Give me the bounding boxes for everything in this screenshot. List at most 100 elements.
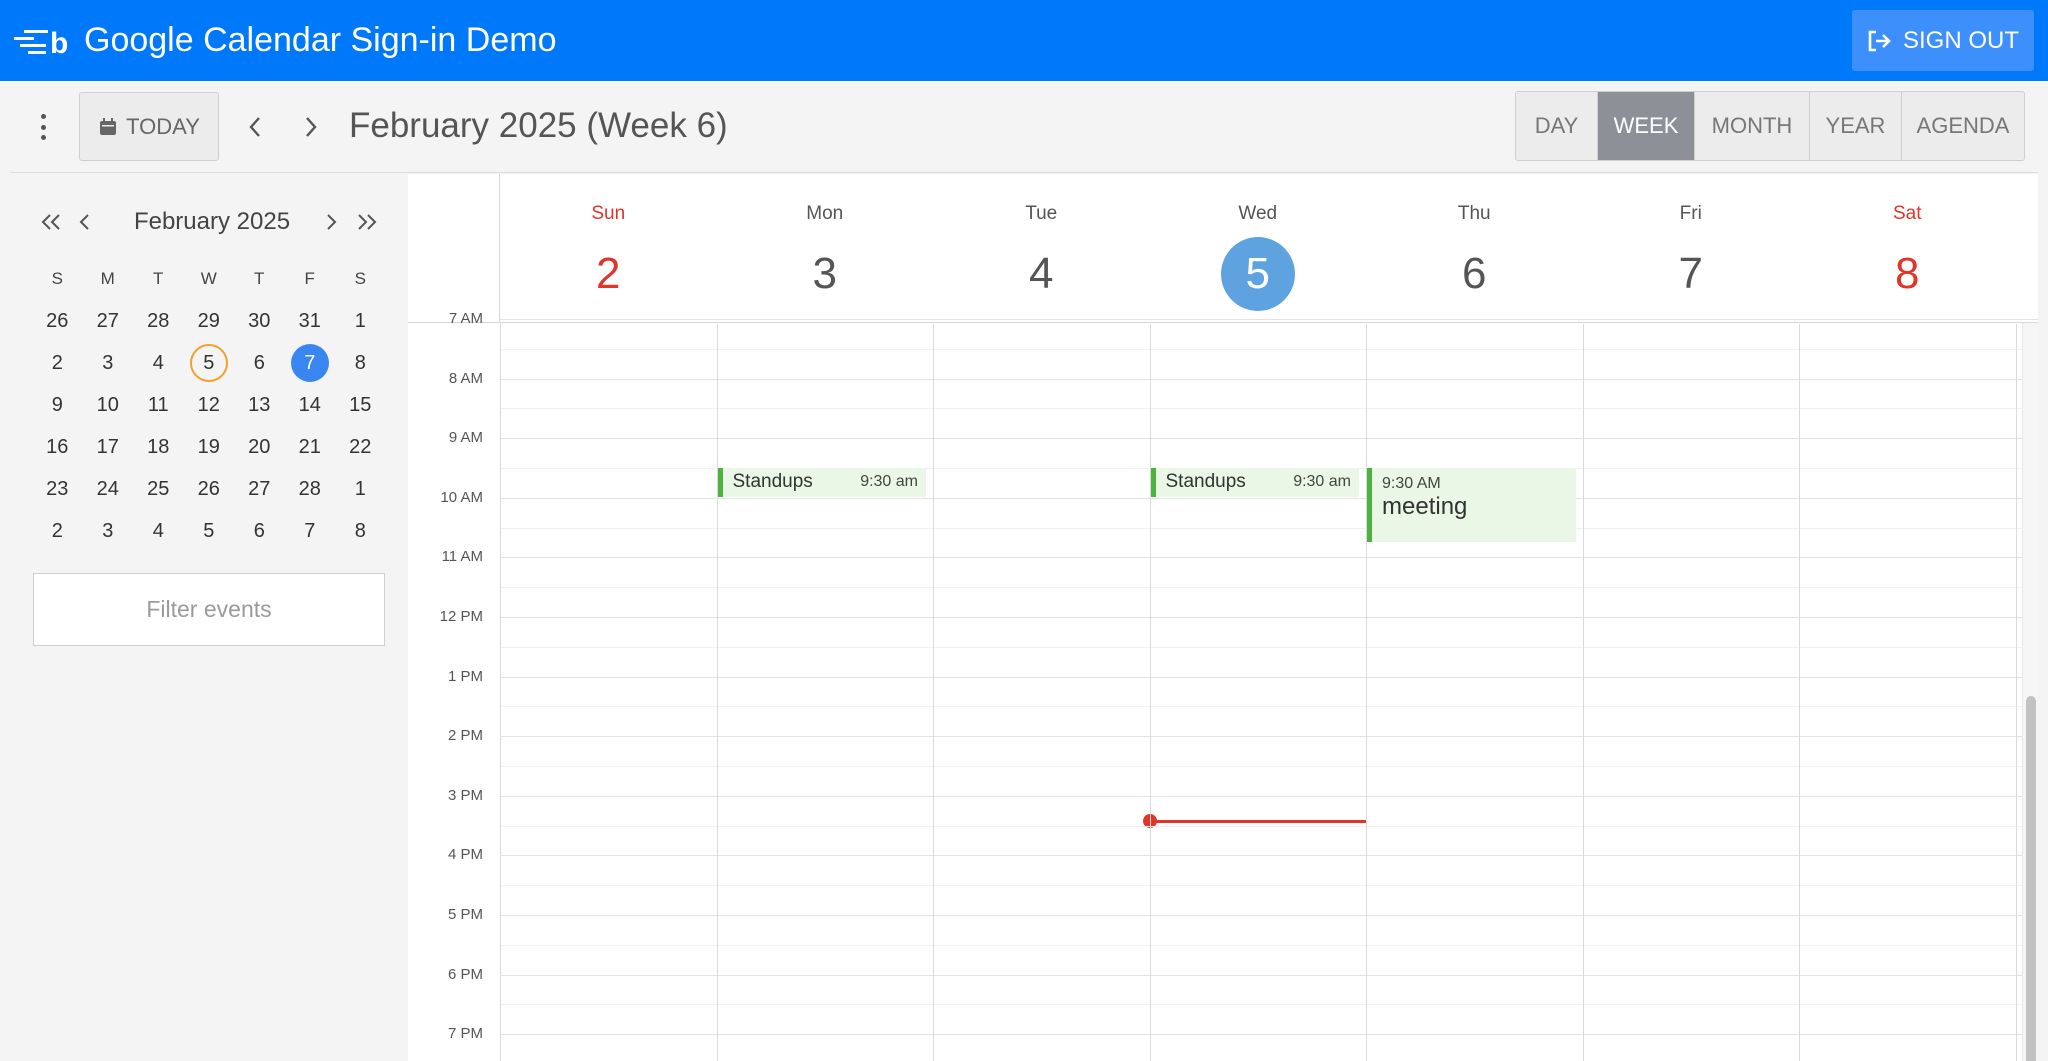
mini-calendar-grid: SMTWTFS 26 27 28 29 30 31 1 2 3 4 5 6 7 8 9 10 11 12 13 14 1… <box>32 258 386 552</box>
mini-day-cell[interactable]: 30 <box>234 300 285 342</box>
half-hour-gridline <box>500 766 2038 767</box>
scrollbar-thumb[interactable] <box>2026 696 2036 1061</box>
day-number[interactable]: 7 <box>1654 237 1728 311</box>
mini-day-cell[interactable]: 2 <box>32 342 83 384</box>
mini-day-cell[interactable]: 28 <box>285 468 336 510</box>
mini-day-cell[interactable]: 25 <box>133 468 184 510</box>
day-header-mon[interactable]: Mon 3 <box>717 174 934 323</box>
mini-day-cell[interactable]: 1 <box>335 468 386 510</box>
mini-day-cell[interactable]: 6 <box>234 510 285 552</box>
view-week-button[interactable]: WEEK <box>1598 92 1695 160</box>
mini-next-month-button[interactable] <box>318 207 344 237</box>
mini-day-cell[interactable]: 26 <box>184 468 235 510</box>
mini-day-cell[interactable]: 4 <box>133 510 184 552</box>
mini-day-cell[interactable]: 7 <box>285 510 336 552</box>
mini-day-cell[interactable]: 29 <box>184 300 235 342</box>
day-header-thu[interactable]: Thu 6 <box>1366 174 1583 323</box>
today-button[interactable]: TODAY <box>79 92 219 161</box>
mini-day-cell[interactable]: 16 <box>32 426 83 468</box>
mini-day-cell[interactable]: 27 <box>234 468 285 510</box>
mini-day-cell[interactable]: 5 <box>184 342 235 384</box>
mini-day-cell[interactable]: 2 <box>32 510 83 552</box>
calendar-event[interactable]: Standups 9:30 am <box>1150 468 1359 497</box>
mini-day-cell[interactable]: 15 <box>335 384 386 426</box>
mini-day-cell[interactable]: 19 <box>184 426 235 468</box>
more-options-icon[interactable] <box>38 114 48 140</box>
half-hour-gridline <box>500 706 2038 708</box>
time-grid[interactable]: 7 AM 8 AM 9 AM 10 AM 11 AM 12 PM 1 PM 2 PM 3 PM 4… <box>408 310 2038 1061</box>
hour-label: 9 AM <box>448 429 483 447</box>
scrollbar[interactable] <box>2022 323 2038 1061</box>
svg-text:b: b <box>50 27 68 55</box>
period-title: February 2025 (Week 6) <box>349 106 728 145</box>
half-hour-gridline <box>500 885 2038 887</box>
day-header-sat[interactable]: Sat 8 <box>1799 174 2016 323</box>
day-number[interactable]: 8 <box>1870 237 1944 311</box>
day-number[interactable]: 5 <box>1220 237 1295 311</box>
mini-day-cell[interactable]: 8 <box>335 510 386 552</box>
day-column-divider <box>716 324 718 1061</box>
mini-day-cell[interactable]: 5 <box>184 510 235 552</box>
time-gutter-header <box>408 174 500 323</box>
calendar-event[interactable]: 9:30 AM meeting <box>1367 468 1576 542</box>
mini-day-cell[interactable]: 10 <box>83 384 134 426</box>
half-hour-gridline <box>500 825 2038 827</box>
mini-day-cell[interactable]: 21 <box>285 426 336 468</box>
mini-day-cell[interactable]: 18 <box>133 426 184 468</box>
mini-day-cell[interactable]: 24 <box>83 468 134 510</box>
mini-day-cell[interactable]: 8 <box>335 342 386 384</box>
mini-day-number: 16 <box>46 435 69 458</box>
calendar-icon <box>100 117 117 135</box>
view-year-button[interactable]: YEAR <box>1810 92 1902 160</box>
event-time: 9:30 AM <box>1382 475 1441 492</box>
mini-day-cell[interactable]: 12 <box>184 384 235 426</box>
next-week-button[interactable] <box>296 111 326 143</box>
mini-day-cell[interactable]: 3 <box>83 342 134 384</box>
mini-day-cell[interactable]: 31 <box>285 300 336 342</box>
mini-day-cell[interactable]: 27 <box>83 300 134 342</box>
previous-week-button[interactable] <box>240 111 270 143</box>
mini-day-cell[interactable]: 28 <box>133 300 184 342</box>
mini-day-cell[interactable]: 1 <box>335 300 386 342</box>
mini-day-cell[interactable]: 3 <box>83 510 134 552</box>
day-name: Wed <box>1238 203 1278 224</box>
mini-prev-month-button[interactable] <box>72 207 98 237</box>
mini-day-number: 2 <box>51 519 63 542</box>
view-agenda-button[interactable]: AGENDA <box>1902 92 2024 160</box>
mini-day-cell[interactable]: 14 <box>285 384 336 426</box>
mini-weekday-label: T <box>254 269 265 288</box>
filter-events-input[interactable] <box>33 573 385 646</box>
view-month-button[interactable]: MONTH <box>1695 92 1810 160</box>
day-number[interactable]: 3 <box>788 237 862 311</box>
mini-weekday-label: W <box>200 269 217 288</box>
mini-prev-year-button[interactable] <box>36 207 66 237</box>
mini-day-cell[interactable]: 20 <box>234 426 285 468</box>
calendar-event[interactable]: Standups 9:30 am <box>717 468 926 497</box>
mini-day-cell[interactable]: 6 <box>234 342 285 384</box>
mini-day-cell[interactable]: 22 <box>335 426 386 468</box>
mini-next-year-button[interactable] <box>352 207 382 237</box>
mini-day-cell[interactable]: 13 <box>234 384 285 426</box>
day-column-divider <box>933 324 934 1061</box>
mini-day-cell[interactable]: 26 <box>32 300 83 342</box>
day-number[interactable]: 6 <box>1437 237 1511 311</box>
mini-day-cell[interactable]: 23 <box>32 468 83 510</box>
half-hour-gridline <box>500 527 2038 529</box>
mini-day-cell[interactable]: 11 <box>133 384 184 426</box>
day-number[interactable]: 2 <box>571 237 645 311</box>
mini-day-cell[interactable]: 4 <box>133 342 184 384</box>
sign-out-button[interactable]: SIGN OUT <box>1852 10 2034 71</box>
mini-day-cell[interactable]: 17 <box>83 426 134 468</box>
day-name: Fri <box>1679 203 1702 224</box>
day-header-sun[interactable]: Sun 2 <box>500 174 717 323</box>
mini-day-number: 6 <box>253 351 265 374</box>
hour-label: 5 PM <box>447 906 483 923</box>
mini-day-cell[interactable]: 7 <box>285 342 336 384</box>
day-header-tue[interactable]: Tue 4 <box>933 174 1150 323</box>
day-header-fri[interactable]: Fri 7 <box>1583 174 1800 323</box>
day-number[interactable]: 4 <box>1004 237 1078 311</box>
mini-day-cell[interactable]: 9 <box>32 384 83 426</box>
view-day-button[interactable]: DAY <box>1516 92 1598 160</box>
hour-gridline <box>500 617 2038 618</box>
day-header-wed[interactable]: Wed 5 <box>1150 174 1367 323</box>
